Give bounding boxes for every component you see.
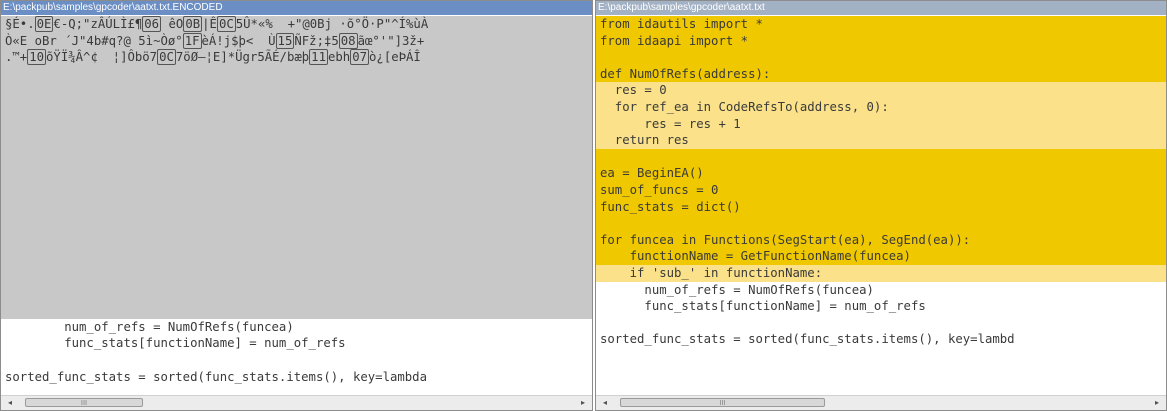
scroll-right-arrow-icon[interactable]: ▸	[576, 396, 590, 410]
highlighted-code-line	[596, 215, 1166, 232]
highlighted-code-line: res = res + 1	[596, 115, 1166, 133]
code-line: func_stats[functionName] = num_of_refs	[5, 336, 346, 351]
scroll-right-arrow-icon[interactable]: ▸	[1150, 396, 1164, 410]
highlighted-code-block: from idautils import * from idaapi import…	[596, 16, 1166, 282]
control-byte-box: 0C	[216, 16, 236, 32]
scroll-left-arrow-icon[interactable]: ◂	[3, 396, 17, 410]
highlighted-code-line: for funcea in Functions(SegStart(ea), Se…	[596, 231, 1166, 249]
scroll-grip: III	[80, 399, 88, 407]
highlighted-code-line: def NumOfRefs(address):	[596, 65, 1166, 83]
highlighted-code-line: sum_of_funcs = 0	[596, 181, 1166, 199]
highlighted-code-line: return res	[596, 132, 1166, 149]
highlighted-code-line	[596, 49, 1166, 66]
left-editor-pane: E:\packpub\samples\gpcoder\aatxt.txt.ENC…	[0, 0, 593, 411]
encoded-text: €-Q;"zÂÚLÌ£¶	[53, 17, 143, 31]
highlighted-code-line: res = 0	[596, 82, 1166, 99]
encoded-text: èÁ!j$þ< Ù	[201, 33, 276, 48]
encoded-padding	[1, 65, 592, 319]
right-code-area[interactable]: from idautils import * from idaapi import…	[596, 16, 1166, 348]
control-byte-box: 15	[275, 32, 295, 49]
encoded-text: õŸÏ¾Â^¢ ¦]Ôbö7	[46, 50, 158, 65]
code-line: num_of_refs = NumOfRefs(funcea)	[600, 282, 874, 297]
encoded-text: .™+	[5, 50, 28, 65]
control-byte-box: 0B	[183, 16, 203, 32]
code-line: sorted_func_stats = sorted(func_stats.it…	[600, 332, 1015, 347]
control-byte-box: 0E	[34, 16, 54, 32]
right-horizontal-scrollbar[interactable]: ◂ III ▸	[596, 395, 1166, 410]
highlighted-code-line: from idautils import *	[596, 16, 1166, 33]
encoded-text: ÑFž;‡5	[294, 33, 339, 48]
encoded-text: ãœ°'"]3ž+	[357, 33, 425, 48]
encoded-text: §É•.	[5, 17, 35, 31]
code-line: func_stats[functionName] = num_of_refs	[600, 299, 926, 314]
encoded-text: ebh	[327, 50, 351, 65]
control-byte-box: 08	[338, 32, 358, 49]
right-editor-pane: E:\packpub\samples\gpcoder\aatxt.txt fro…	[595, 0, 1167, 411]
highlighted-code-line: ea = BeginEA()	[596, 165, 1166, 182]
highlighted-code-line: if 'sub_' in functionName:	[596, 264, 1166, 282]
encoded-text: 5Û*«% +"@0Bj ·õ°Ö·P"^Í%ùÀ	[235, 17, 429, 31]
left-pane-title: E:\packpub\samples\gpcoder\aatxt.txt.ENC…	[1, 1, 592, 15]
encoded-text: êO	[161, 17, 184, 31]
left-horizontal-scrollbar[interactable]: ◂ III ▸	[1, 395, 592, 410]
left-code-area[interactable]: §É•. 0E €-Q;"zÂÚLÌ£¶ 06 êO 0B |Ê 0C 5Û*«% +"@0B…	[1, 16, 592, 385]
highlighted-code-line: from idaapi import *	[596, 32, 1166, 50]
control-byte-box: 1F	[182, 32, 202, 49]
highlighted-code-line: for ref_ea in CodeRefsTo(address, 0):	[596, 98, 1166, 116]
encoded-text: |Ê	[202, 17, 217, 31]
highlighted-code-line	[596, 148, 1166, 166]
scroll-grip: III	[719, 399, 726, 407]
highlighted-code-line: func_stats = dict()	[596, 198, 1166, 216]
encoded-bytes-block: §É•. 0E €-Q;"zÂÚLÌ£¶ 06 êO 0B |Ê 0C 5Û*«% +"@0B…	[1, 16, 592, 66]
encoded-line: Ò«E oBr ´J"4b#q?@ 5ì~Òø° 1F èÁ!j$þ< Ù 15 ÑFž…	[1, 32, 592, 50]
control-byte-box: 10	[27, 49, 47, 66]
code-line: sorted_func_stats = sorted(func_stats.it…	[5, 369, 427, 384]
right-pane-title: E:\packpub\samples\gpcoder\aatxt.txt	[596, 1, 1166, 15]
scroll-thumb[interactable]: III	[620, 398, 825, 407]
control-byte-box: 11	[309, 49, 328, 66]
scroll-left-arrow-icon[interactable]: ◂	[598, 396, 612, 410]
scroll-thumb[interactable]: III	[25, 398, 143, 407]
control-byte-box: 06	[142, 16, 162, 32]
encoded-text: Ò«E oBr ´J"4b#q?@ 5ì~Òø°	[5, 33, 183, 48]
control-byte-box: 07	[350, 49, 370, 66]
encoded-text: ò¿[eÞÁÎ	[369, 50, 421, 65]
encoded-line: .™+ 10 õŸÏ¾Â^¢ ¦]Ôbö7 0C 7öØ—¦E]*Ügr5ÃÉ/bæþ 1…	[1, 49, 592, 66]
control-byte-box: 0C	[157, 49, 176, 66]
code-line: num_of_refs = NumOfRefs(funcea)	[5, 319, 294, 334]
encoded-line: §É•. 0E €-Q;"zÂÚLÌ£¶ 06 êO 0B |Ê 0C 5Û*«% +"@0B…	[1, 16, 592, 33]
highlighted-code-line: functionName = GetFunctionName(funcea)	[596, 248, 1166, 265]
encoded-text: 7öØ—¦E]*Ügr5ÃÉ/bæþ	[175, 50, 310, 65]
